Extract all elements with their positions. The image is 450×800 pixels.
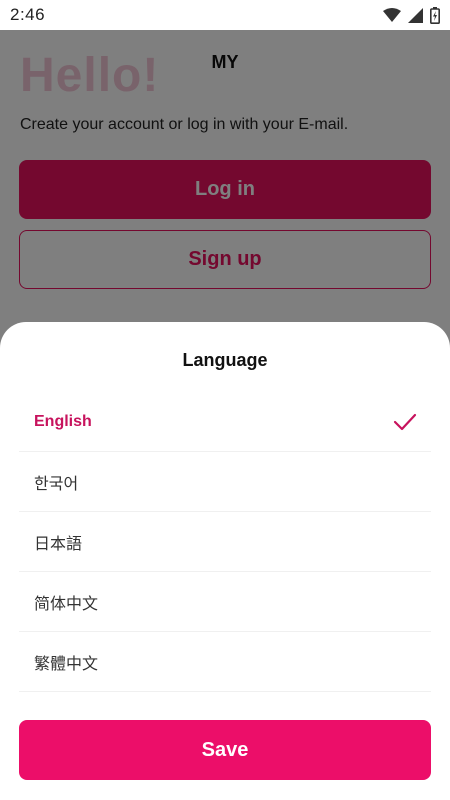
language-label: 繁體中文 [34, 653, 99, 673]
language-option-simplified-chinese[interactable]: 简体中文 [19, 572, 431, 632]
sheet-title: Language [182, 350, 268, 370]
status-time: 2:46 [10, 5, 46, 24]
language-option-english[interactable]: English [19, 392, 431, 452]
language-label: 日本語 [34, 533, 83, 553]
language-list: English 한국어 日本語 简体中文 繁體中文 [19, 392, 431, 692]
signal-icon [408, 7, 423, 23]
language-label: English [34, 412, 92, 430]
wifi-icon [383, 8, 401, 22]
status-icons [383, 6, 440, 24]
language-label: 한국어 [34, 473, 79, 493]
save-button[interactable]: Save [19, 720, 431, 780]
check-icon [393, 413, 417, 431]
language-option-traditional-chinese[interactable]: 繁體中文 [19, 632, 431, 692]
language-label: 简体中文 [34, 593, 99, 613]
status-bar: 2:46 [0, 0, 450, 30]
language-option-korean[interactable]: 한국어 [19, 452, 431, 512]
language-bottom-sheet: Language English 한국어 日本語 简体中文 繁體中文 Save [0, 322, 450, 800]
language-option-japanese[interactable]: 日本語 [19, 512, 431, 572]
battery-icon [430, 6, 440, 24]
